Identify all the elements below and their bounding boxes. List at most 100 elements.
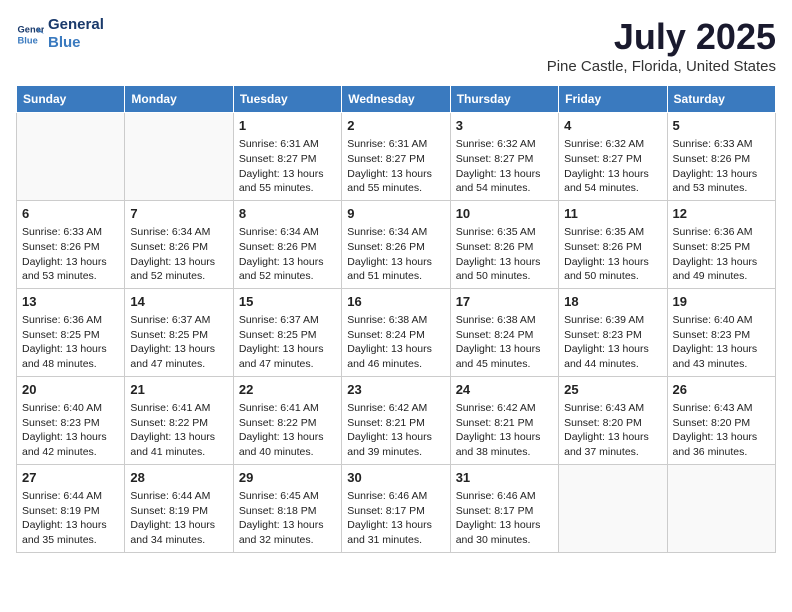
day-info: Sunrise: 6:40 AMSunset: 8:23 PMDaylight:…: [673, 313, 770, 372]
day-info: Sunrise: 6:32 AMSunset: 8:27 PMDaylight:…: [564, 137, 661, 196]
calendar-cell: [17, 113, 125, 201]
day-number: 25: [564, 381, 661, 399]
svg-text:Blue: Blue: [18, 35, 38, 45]
day-number: 24: [456, 381, 553, 399]
day-info: Sunrise: 6:33 AMSunset: 8:26 PMDaylight:…: [22, 225, 119, 284]
day-number: 12: [673, 205, 770, 223]
day-info: Sunrise: 6:44 AMSunset: 8:19 PMDaylight:…: [130, 489, 227, 548]
calendar-cell: 25 Sunrise: 6:43 AMSunset: 8:20 PMDayligh…: [559, 376, 667, 464]
day-info: Sunrise: 6:46 AMSunset: 8:17 PMDaylight:…: [456, 489, 553, 548]
calendar-cell: 4 Sunrise: 6:32 AMSunset: 8:27 PMDaylight…: [559, 113, 667, 201]
day-number: 29: [239, 469, 336, 487]
day-info: Sunrise: 6:35 AMSunset: 8:26 PMDaylight:…: [456, 225, 553, 284]
calendar-cell: 5Sunrise: 6:33 AMSunset: 8:26 PMDaylight…: [667, 113, 775, 201]
calendar-cell: 2 Sunrise: 6:31 AMSunset: 8:27 PMDaylight…: [342, 113, 450, 201]
calendar-cell: 21 Sunrise: 6:41 AMSunset: 8:22 PMDayligh…: [125, 376, 233, 464]
day-info: Sunrise: 6:37 AMSunset: 8:25 PMDaylight:…: [130, 313, 227, 372]
day-number: 30: [347, 469, 444, 487]
weekday-header: Wednesday: [342, 86, 450, 113]
day-number: 19: [673, 293, 770, 311]
weekday-header: Tuesday: [233, 86, 341, 113]
calendar-cell: 19 Sunrise: 6:40 AMSunset: 8:23 PMDayligh…: [667, 288, 775, 376]
logo-line2: Blue: [48, 34, 104, 52]
calendar-cell: [667, 464, 775, 552]
svg-text:General: General: [18, 24, 44, 34]
day-info: Sunrise: 6:45 AMSunset: 8:18 PMDaylight:…: [239, 489, 336, 548]
calendar-cell: 26Sunrise: 6:43 AMSunset: 8:20 PMDayligh…: [667, 376, 775, 464]
calendar-cell: 16 Sunrise: 6:38 AMSunset: 8:24 PMDayligh…: [342, 288, 450, 376]
day-number: 9: [347, 205, 444, 223]
day-info: Sunrise: 6:42 AMSunset: 8:21 PMDaylight:…: [456, 401, 553, 460]
day-info: Sunrise: 6:34 AMSunset: 8:26 PMDaylight:…: [130, 225, 227, 284]
day-info: Sunrise: 6:36 AMSunset: 8:25 PMDaylight:…: [673, 225, 770, 284]
calendar-cell: 7Sunrise: 6:34 AMSunset: 8:26 PMDaylight…: [125, 200, 233, 288]
calendar-cell: 24 Sunrise: 6:42 AMSunset: 8:21 PMDayligh…: [450, 376, 558, 464]
day-info: Sunrise: 6:41 AMSunset: 8:22 PMDaylight:…: [239, 401, 336, 460]
day-number: 1: [239, 117, 336, 135]
calendar-cell: 14Sunrise: 6:37 AMSunset: 8:25 PMDayligh…: [125, 288, 233, 376]
calendar-cell: 31Sunrise: 6:46 AMSunset: 8:17 PMDayligh…: [450, 464, 558, 552]
logo: General Blue General Blue: [16, 16, 104, 52]
calendar-cell: [125, 113, 233, 201]
day-number: 16: [347, 293, 444, 311]
day-info: Sunrise: 6:43 AMSunset: 8:20 PMDaylight:…: [564, 401, 661, 460]
day-number: 23: [347, 381, 444, 399]
day-info: Sunrise: 6:39 AMSunset: 8:23 PMDaylight:…: [564, 313, 661, 372]
calendar-cell: 6 Sunrise: 6:33 AMSunset: 8:26 PMDaylight…: [17, 200, 125, 288]
weekday-header: Thursday: [450, 86, 558, 113]
day-info: Sunrise: 6:32 AMSunset: 8:27 PMDaylight:…: [456, 137, 553, 196]
day-number: 2: [347, 117, 444, 135]
weekday-header: Friday: [559, 86, 667, 113]
day-number: 21: [130, 381, 227, 399]
day-number: 8: [239, 205, 336, 223]
calendar-week-row: 27 Sunrise: 6:44 AMSunset: 8:19 PMDayligh…: [17, 464, 776, 552]
day-info: Sunrise: 6:38 AMSunset: 8:24 PMDaylight:…: [347, 313, 444, 372]
day-info: Sunrise: 6:31 AMSunset: 8:27 PMDaylight:…: [239, 137, 336, 196]
calendar-cell: 22 Sunrise: 6:41 AMSunset: 8:22 PMDayligh…: [233, 376, 341, 464]
calendar-cell: 9Sunrise: 6:34 AMSunset: 8:26 PMDaylight…: [342, 200, 450, 288]
calendar-week-row: 13Sunrise: 6:36 AMSunset: 8:25 PMDayligh…: [17, 288, 776, 376]
weekday-header: Sunday: [17, 86, 125, 113]
day-number: 22: [239, 381, 336, 399]
calendar-cell: 3Sunrise: 6:32 AMSunset: 8:27 PMDaylight…: [450, 113, 558, 201]
day-info: Sunrise: 6:35 AMSunset: 8:26 PMDaylight:…: [564, 225, 661, 284]
day-number: 18: [564, 293, 661, 311]
day-info: Sunrise: 6:40 AMSunset: 8:23 PMDaylight:…: [22, 401, 119, 460]
weekday-header: Monday: [125, 86, 233, 113]
calendar-cell: 29 Sunrise: 6:45 AMSunset: 8:18 PMDayligh…: [233, 464, 341, 552]
calendar-header-row: SundayMondayTuesdayWednesdayThursdayFrid…: [17, 86, 776, 113]
calendar-cell: 1 Sunrise: 6:31 AMSunset: 8:27 PMDaylight…: [233, 113, 341, 201]
page-header: General Blue General Blue July 2025 Pine…: [16, 16, 776, 75]
page-title: July 2025: [547, 16, 776, 58]
title-block: July 2025 Pine Castle, Florida, United S…: [547, 16, 776, 75]
day-info: Sunrise: 6:44 AMSunset: 8:19 PMDaylight:…: [22, 489, 119, 548]
calendar-cell: 18 Sunrise: 6:39 AMSunset: 8:23 PMDayligh…: [559, 288, 667, 376]
day-number: 20: [22, 381, 119, 399]
day-number: 17: [456, 293, 553, 311]
calendar-cell: 30Sunrise: 6:46 AMSunset: 8:17 PMDayligh…: [342, 464, 450, 552]
calendar-cell: 13Sunrise: 6:36 AMSunset: 8:25 PMDayligh…: [17, 288, 125, 376]
day-number: 5: [673, 117, 770, 135]
day-number: 6: [22, 205, 119, 223]
calendar-cell: 23Sunrise: 6:42 AMSunset: 8:21 PMDayligh…: [342, 376, 450, 464]
page-subtitle: Pine Castle, Florida, United States: [547, 58, 776, 75]
calendar-cell: [559, 464, 667, 552]
day-number: 27: [22, 469, 119, 487]
day-number: 28: [130, 469, 227, 487]
day-info: Sunrise: 6:38 AMSunset: 8:24 PMDaylight:…: [456, 313, 553, 372]
calendar-week-row: 20 Sunrise: 6:40 AMSunset: 8:23 PMDayligh…: [17, 376, 776, 464]
calendar-cell: 17 Sunrise: 6:38 AMSunset: 8:24 PMDayligh…: [450, 288, 558, 376]
day-info: Sunrise: 6:41 AMSunset: 8:22 PMDaylight:…: [130, 401, 227, 460]
day-info: Sunrise: 6:31 AMSunset: 8:27 PMDaylight:…: [347, 137, 444, 196]
day-number: 4: [564, 117, 661, 135]
weekday-header: Saturday: [667, 86, 775, 113]
calendar-cell: 28 Sunrise: 6:44 AMSunset: 8:19 PMDayligh…: [125, 464, 233, 552]
day-info: Sunrise: 6:36 AMSunset: 8:25 PMDaylight:…: [22, 313, 119, 372]
day-number: 15: [239, 293, 336, 311]
calendar-week-row: 6 Sunrise: 6:33 AMSunset: 8:26 PMDaylight…: [17, 200, 776, 288]
day-info: Sunrise: 6:34 AMSunset: 8:26 PMDaylight:…: [239, 225, 336, 284]
calendar-cell: 10Sunrise: 6:35 AMSunset: 8:26 PMDayligh…: [450, 200, 558, 288]
calendar-cell: 8 Sunrise: 6:34 AMSunset: 8:26 PMDaylight…: [233, 200, 341, 288]
calendar-cell: 20 Sunrise: 6:40 AMSunset: 8:23 PMDayligh…: [17, 376, 125, 464]
day-number: 26: [673, 381, 770, 399]
